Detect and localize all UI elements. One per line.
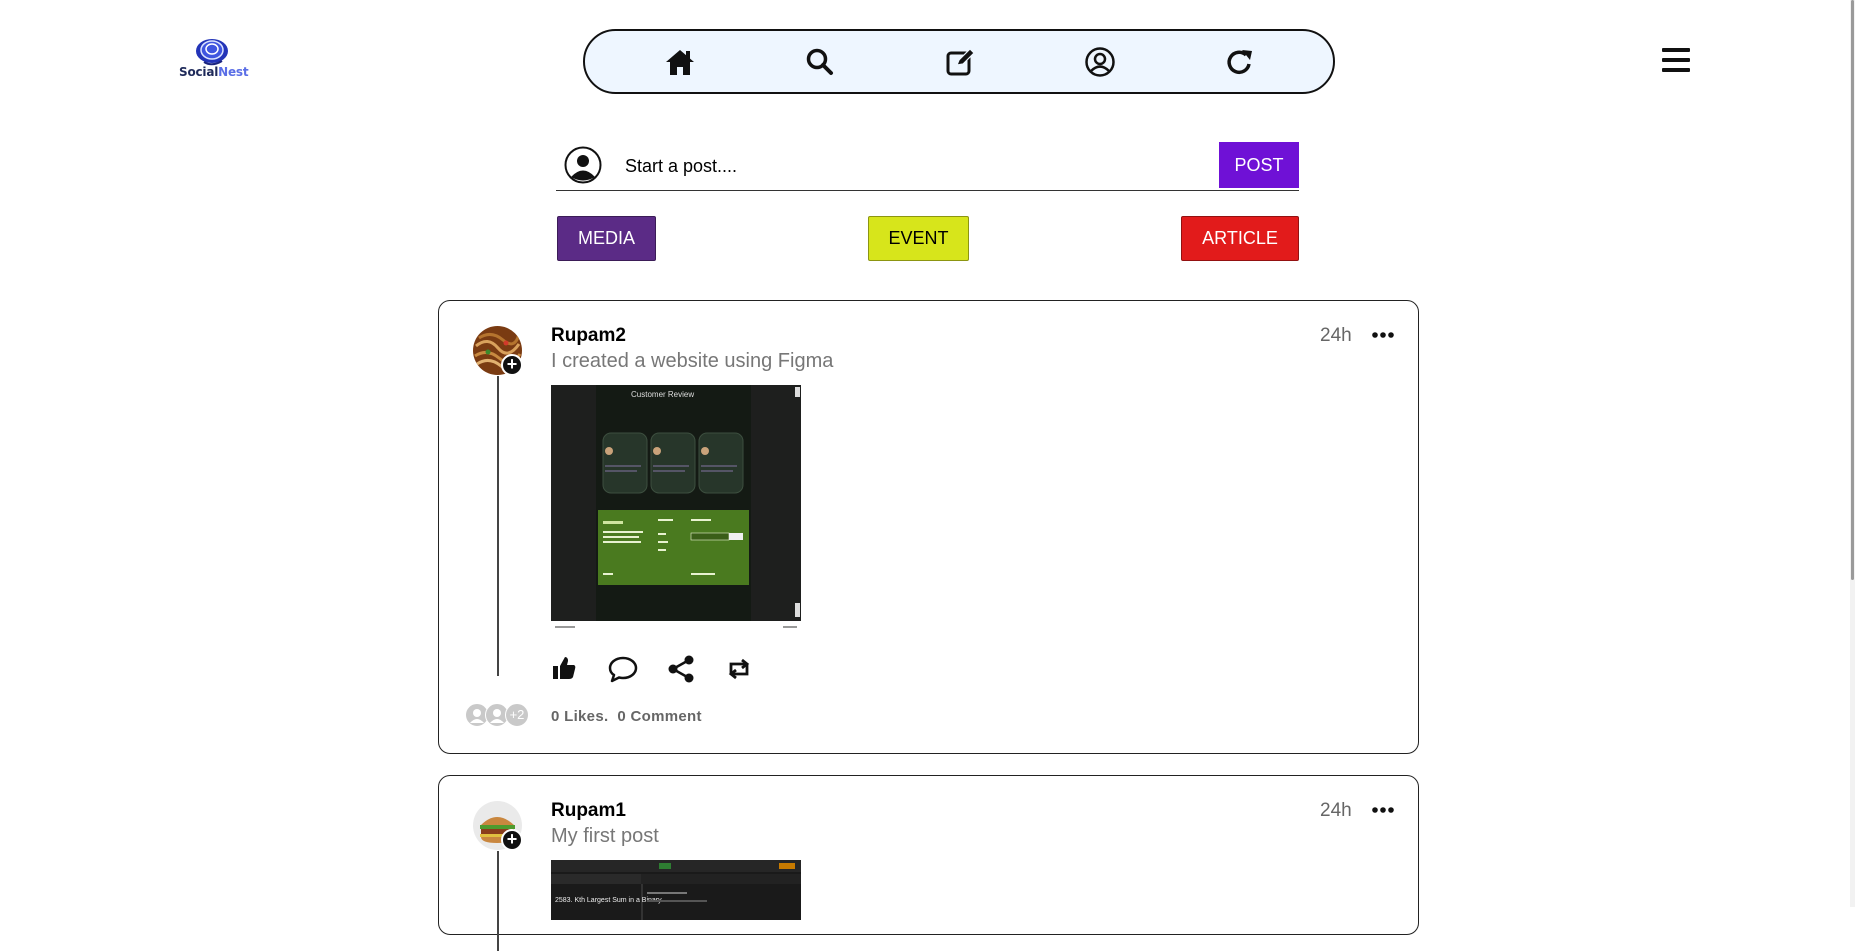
post-stats: 0 Likes. 0 Comment [551, 708, 702, 725]
thread-line [497, 851, 499, 951]
more-options-button[interactable] [1371, 325, 1395, 345]
repost-icon [728, 658, 750, 680]
like-button[interactable] [551, 655, 579, 683]
media-button[interactable]: MEDIA [557, 216, 656, 261]
post-input[interactable] [623, 150, 1147, 182]
hamburger-icon [1662, 48, 1690, 72]
comment-button[interactable] [608, 655, 638, 683]
top-nav [583, 29, 1335, 94]
share-icon [668, 655, 694, 683]
post-image-screenshot: Customer Review [551, 385, 801, 633]
post-image-title: Customer Review [631, 390, 694, 399]
nav-create-post-button[interactable] [943, 45, 977, 79]
menu-button[interactable] [1662, 48, 1690, 74]
post-image[interactable]: Customer Review [551, 385, 801, 633]
author-name[interactable]: Rupam2 [551, 325, 626, 347]
post-text: I created a website using Figma [551, 350, 834, 372]
more-icon [1372, 332, 1394, 338]
brand-logo[interactable]: SocialNest [179, 37, 249, 79]
post-card: + Rupam1 My first post 24h 2583. Kth Lar… [438, 775, 1419, 951]
author-name[interactable]: Rupam1 [551, 800, 626, 822]
brand-name-part2: Nest [218, 65, 249, 79]
brand-name-part1: Social [179, 65, 219, 79]
post-image-caption: 2583. Kth Largest Sum in a Binary [555, 897, 662, 904]
brand-name: SocialNest [179, 65, 249, 79]
refresh-icon [1227, 50, 1252, 74]
nav-refresh-button[interactable] [1223, 45, 1257, 79]
comment-icon [608, 656, 638, 683]
home-icon [666, 50, 694, 75]
post-image-screenshot: 2583. Kth Largest Sum in a Binary [551, 860, 801, 920]
follow-button[interactable]: + [501, 829, 523, 851]
post-text: My first post [551, 825, 659, 847]
page-scrollbar[interactable] [1850, 0, 1855, 907]
profile-icon [1085, 47, 1115, 77]
repost-button[interactable] [725, 655, 753, 683]
comments-count[interactable]: 0 Comment [617, 708, 701, 725]
nav-profile-button[interactable] [1083, 45, 1117, 79]
post-card: + Rupam2 I created a website using Figma… [438, 300, 1419, 754]
search-icon [806, 48, 833, 75]
post-composer [556, 142, 1299, 191]
likes-count[interactable]: 0 Likes. [551, 708, 608, 725]
thread-line [497, 376, 499, 676]
post-time: 24h [1320, 325, 1352, 346]
more-options-button[interactable] [1371, 800, 1395, 820]
brand-logo-icon [196, 39, 228, 66]
nav-home-button[interactable] [663, 45, 697, 79]
share-button[interactable] [667, 655, 695, 683]
edit-icon [946, 48, 975, 76]
article-button[interactable]: ARTICLE [1181, 216, 1299, 261]
event-button[interactable]: EVENT [868, 216, 969, 261]
follow-button[interactable]: + [501, 354, 523, 376]
like-icon [553, 657, 576, 679]
likers-avatars[interactable]: +2 [465, 703, 531, 729]
composer-avatar [564, 146, 602, 189]
nav-search-button[interactable] [803, 45, 837, 79]
post-image[interactable]: 2583. Kth Largest Sum in a Binary [551, 860, 801, 920]
more-icon [1372, 807, 1394, 813]
likers-extra-count: +2 [505, 703, 529, 727]
post-button[interactable]: POST [1219, 142, 1299, 188]
post-time: 24h [1320, 800, 1352, 821]
scrollbar-thumb[interactable] [1851, 0, 1854, 580]
user-avatar-icon [564, 146, 602, 184]
